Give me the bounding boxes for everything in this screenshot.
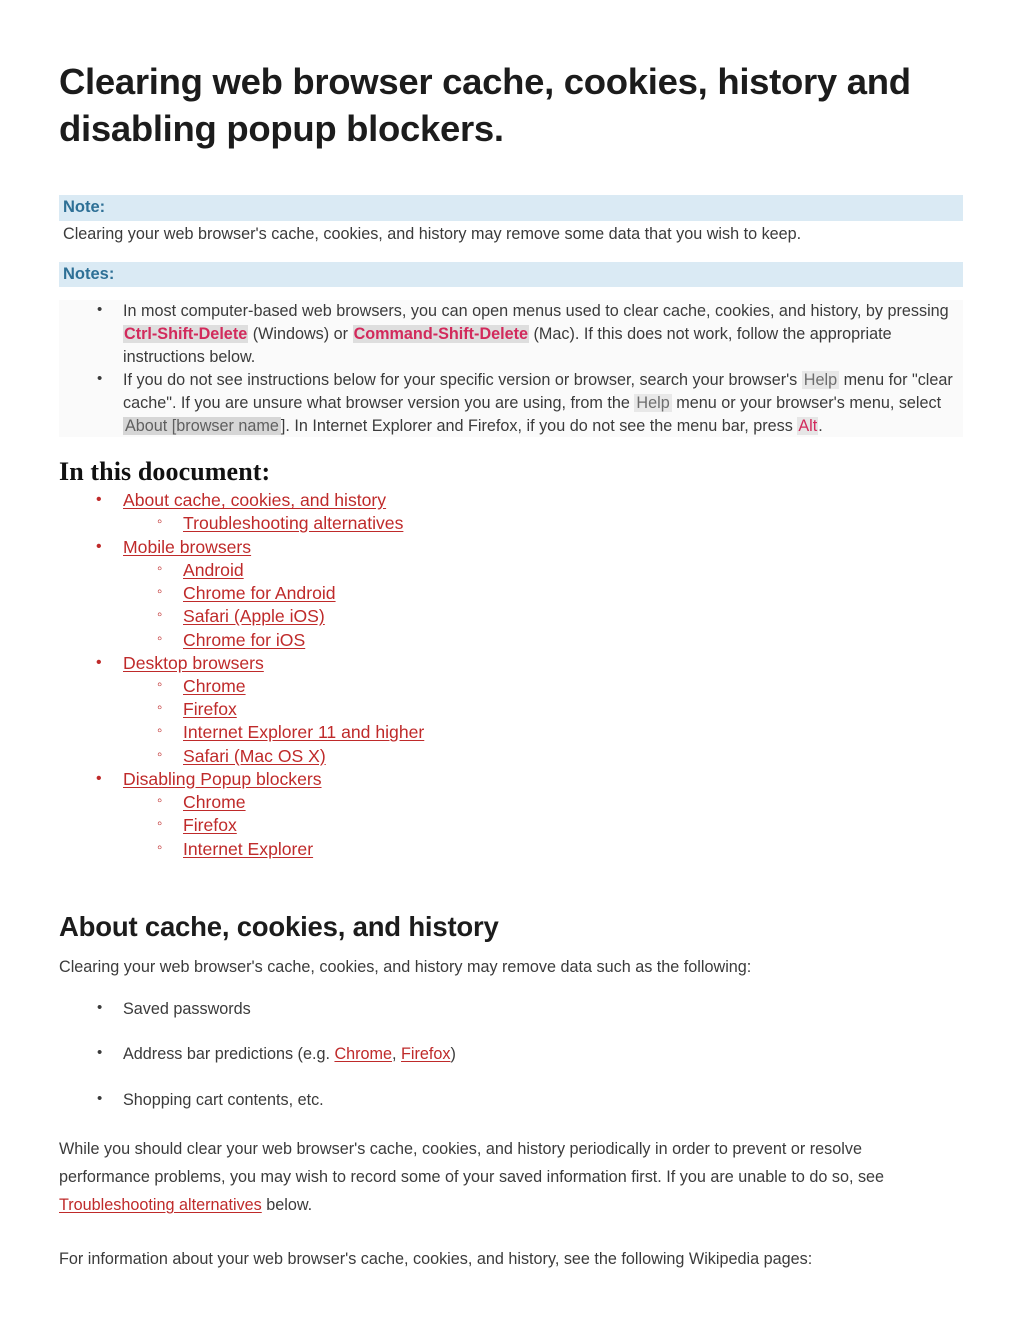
notes-label: Notes: [63,264,115,283]
toc-row: Chrome for Android [157,582,964,605]
notes-list: In most computer-based web browsers, you… [59,299,963,438]
help-menu-highlight: Help [634,393,672,412]
toc-row: About cache, cookies, and history [96,489,964,512]
toc-link-firefox-popup[interactable]: Firefox [183,815,237,835]
notes-list-item-shortcuts: In most computer-based web browsers, you… [97,299,963,368]
shortcut-mac: Command-Shift-Delete [352,324,530,343]
notes-text-segment: menu or your browser's menu, select [671,393,942,412]
toc-subitem: Chrome for Android [157,582,964,605]
toc-sublist: Troubleshooting alternatives [123,512,964,535]
toc-link-chrome-popup[interactable]: Chrome [183,792,246,812]
toc-subitem: Chrome [157,675,964,698]
toc-subitem: Safari (Apple iOS) [157,605,964,628]
toc-heading: In this doocument: [59,457,271,487]
notes-text-segment: If you do not see instructions below for… [123,371,802,390]
paragraph-text: below. [261,1195,313,1214]
toc-subitem: Internet Explorer [157,838,964,861]
toc-sublist: Android Chrome for Android Safari (Apple… [123,559,964,652]
toc-subitem: Firefox [157,814,964,837]
toc-row: Firefox [157,698,964,721]
notes-list-item-help: If you do not see instructions below for… [97,368,963,437]
link-troubleshooting-alternatives[interactable]: Troubleshooting alternatives [59,1196,262,1214]
list-item-label: ) [450,1045,456,1064]
toc-link-desktop-browsers[interactable]: Desktop browsers [123,653,264,673]
toc-subitem: Chrome [157,791,964,814]
toc-row: Safari (Mac OS X) [157,745,964,768]
list-item-label: Address bar predictions (e.g. [123,1045,335,1064]
toc-row: Mobile browsers [96,536,964,559]
toc-link-disabling-popup-blockers[interactable]: Disabling Popup blockers [123,769,322,789]
list-item-label: Saved passwords [123,999,251,1018]
toc-sublist: Chrome Firefox Internet Explorer [123,791,964,861]
toc-link-chrome-for-ios[interactable]: Chrome for iOS [183,630,305,650]
toc-link-chrome-desktop[interactable]: Chrome [183,676,246,696]
section-intro-text: Clearing your web browser's cache, cooki… [59,957,752,976]
notes-text-segment: (Windows) or [248,324,353,343]
toc-link-mobile-browsers[interactable]: Mobile browsers [123,537,251,557]
toc-row: Safari (Apple iOS) [157,605,964,628]
list-item: Shopping cart contents, etc. [97,1089,964,1112]
notes-banner: Notes: [59,261,963,288]
toc-subitem: Safari (Mac OS X) [157,745,964,768]
toc-subitem: Chrome for iOS [157,629,964,652]
toc-group-about: About cache, cookies, and history Troubl… [96,489,964,535]
list-item-label: Shopping cart contents, etc. [123,1091,324,1110]
toc-row: Internet Explorer [157,838,964,861]
toc-row: Desktop browsers [96,652,964,675]
paragraph-clear-periodically: While you should clear your web browser'… [59,1136,954,1220]
table-of-contents: About cache, cookies, and history Troubl… [59,489,964,861]
toc-sublist: Chrome Firefox Internet Explorer 11 and … [123,675,964,768]
about-browser-highlight: About [browser name [123,416,281,435]
toc-subitem: Internet Explorer 11 and higher [157,721,964,744]
toc-link-internet-explorer-11-and-higher[interactable]: Internet Explorer 11 and higher [183,722,424,742]
notes-text-segment: ]. In Internet Explorer and Firefox, if … [280,416,798,435]
toc-row: Chrome [157,675,964,698]
toc-link-internet-explorer-popup[interactable]: Internet Explorer [183,839,313,859]
page-title: Clearing web browser cache, cookies, his… [59,61,911,150]
toc-link-troubleshooting-alternatives[interactable]: Troubleshooting alternatives [183,513,403,533]
link-firefox[interactable]: Firefox [401,1045,450,1063]
note-label: Note: [63,197,106,216]
help-menu-highlight: Help [801,371,840,390]
paragraph-wikipedia-pages: For information about your web browser's… [59,1249,813,1268]
toc-subitem: Troubleshooting alternatives [157,512,964,535]
toc-group-desktop-browsers: Desktop browsers Chrome Firefox Internet… [96,652,964,768]
toc-row: Chrome [157,791,964,814]
paragraph-text: While you should clear your web browser'… [59,1140,885,1187]
alt-key-highlight: Alt [797,416,819,435]
list-item: Saved passwords [97,998,964,1021]
list-item-label: , [392,1045,402,1064]
notes-text-segment: In most computer-based web browsers, you… [123,302,949,321]
toc-row: Internet Explorer 11 and higher [157,721,964,744]
toc-group-mobile-browsers: Mobile browsers Android Chrome for Andro… [96,536,964,652]
list-item: Address bar predictions (e.g. Chrome, Fi… [97,1043,964,1066]
toc-row: Disabling Popup blockers [96,768,964,791]
toc-row: Firefox [157,814,964,837]
toc-link-about-cache-cookies-history[interactable]: About cache, cookies, and history [123,490,386,510]
toc-link-safari-apple-ios[interactable]: Safari (Apple iOS) [183,606,325,626]
section-heading-about: About cache, cookies, and history [59,910,499,942]
toc-row: Android [157,559,964,582]
note-banner: Note: [59,194,963,221]
toc-link-safari-mac-os-x[interactable]: Safari (Mac OS X) [183,746,326,766]
toc-subitem: Firefox [157,698,964,721]
toc-link-firefox-desktop[interactable]: Firefox [183,699,237,719]
notes-text-segment: . [818,416,823,435]
toc-row: Troubleshooting alternatives [157,512,964,535]
shortcut-windows: Ctrl-Shift-Delete [123,324,249,343]
removed-data-list: Saved passwords Address bar predictions … [59,998,964,1113]
document-page: Clearing web browser cache, cookies, his… [0,0,1020,1320]
toc-subitem: Android [157,559,964,582]
link-chrome[interactable]: Chrome [334,1045,392,1063]
toc-link-chrome-for-android[interactable]: Chrome for Android [183,583,336,603]
toc-link-android[interactable]: Android [183,560,244,580]
note-body: Clearing your web browser's cache, cooki… [63,224,802,243]
toc-group-disabling-popup-blockers: Disabling Popup blockers Chrome Firefox … [96,768,964,861]
toc-row: Chrome for iOS [157,629,964,652]
